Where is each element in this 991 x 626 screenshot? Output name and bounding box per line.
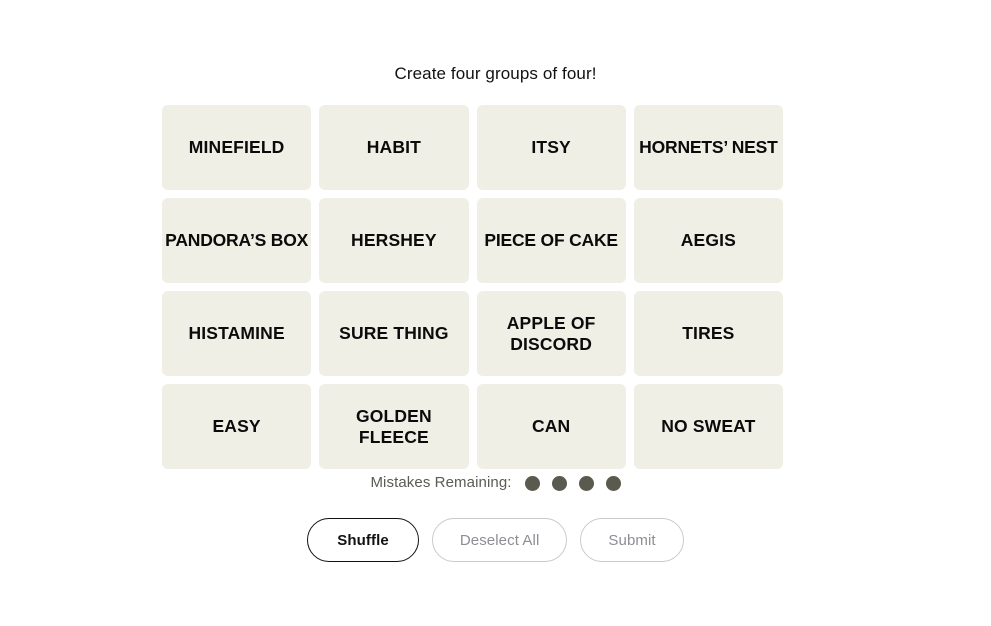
tile[interactable]: AEGIS [633,198,783,283]
tile-label: TIRES [682,323,735,343]
action-buttons: Shuffle Deselect All Submit [0,518,991,562]
tile[interactable]: PANDORA’S BOX [162,198,312,283]
tile-label: HORNETS’ NEST [639,137,778,157]
tile[interactable]: HABIT [319,105,469,190]
tile-label: CAN [531,416,571,436]
tile[interactable]: EASY [162,384,312,469]
tile-label: AEGIS [680,230,736,250]
tile[interactable]: CAN [476,384,626,469]
tile-label: SURE THING [339,323,449,343]
shuffle-button[interactable]: Shuffle [307,518,419,562]
mistakes-remaining: Mistakes Remaining: [0,473,991,493]
page-title: Create four groups of four! [394,64,597,83]
tile-label: HISTAMINE [188,323,285,343]
tile-label: HERSHEY [351,230,437,250]
tile-label: EASY [212,416,261,436]
tile-label: MINEFIELD [188,137,285,157]
tile-label: HABIT [366,137,421,157]
tile-grid: MINEFIELD HABIT ITSY HORNETS’ NEST PANDORA’S… [162,105,785,469]
tile[interactable]: HISTAMINE [162,291,312,376]
tile-label: APPLE OF DISCORD [506,312,596,354]
mistakes-label: Mistakes Remaining: [370,474,512,491]
tile-label: PANDORA’S BOX [165,230,309,250]
tile[interactable]: SURE THING [319,291,469,376]
tile[interactable]: ITSY [476,105,626,190]
tile[interactable]: NO SWEAT [633,384,783,469]
tile[interactable]: PIECE OF CAKE [476,198,626,283]
tile-label: NO SWEAT [661,416,756,436]
tile[interactable]: HERSHEY [319,198,469,283]
mistake-dot [551,475,567,491]
connections-game: Create four groups of four! MINEFIELD HAB… [0,0,991,626]
tile[interactable]: TIRES [633,291,783,376]
mistake-dot [578,475,594,491]
tile[interactable]: MINEFIELD [162,105,312,190]
tile[interactable]: APPLE OF DISCORD [476,291,626,376]
tile-label: GOLDEN FLEECE [355,405,432,447]
tile-label: PIECE OF CAKE [484,230,618,250]
mistakes-dots [524,475,621,491]
submit-button: Submit [580,518,684,562]
mistake-dot [605,475,621,491]
deselect-all-button: Deselect All [431,518,568,562]
tile[interactable]: HORNETS’ NEST [633,105,783,190]
tile[interactable]: GOLDEN FLEECE [319,384,469,469]
tile-label: ITSY [531,137,571,157]
mistake-dot [524,475,540,491]
